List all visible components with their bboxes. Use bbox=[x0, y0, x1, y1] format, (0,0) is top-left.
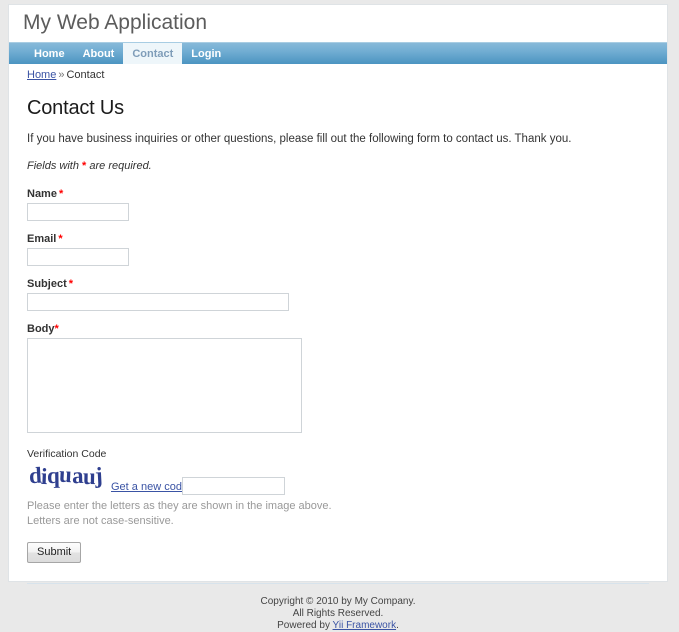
submit-button[interactable]: Submit bbox=[27, 542, 82, 563]
nav-item-login[interactable]: Login bbox=[182, 43, 230, 64]
body-required-mark: * bbox=[54, 323, 59, 335]
nav-item-home[interactable]: Home bbox=[25, 43, 74, 64]
label-name-text: Name bbox=[27, 188, 57, 200]
nav-link-home[interactable]: Home bbox=[25, 43, 74, 64]
nav-link-login[interactable]: Login bbox=[182, 43, 230, 64]
main-navigation: Home About Contact Login bbox=[9, 42, 667, 64]
footer-powered-suffix: . bbox=[396, 620, 399, 631]
footer-framework-link[interactable]: Yii Framework bbox=[333, 620, 397, 631]
footer-copyright: Copyright © 2010 by My Company. bbox=[260, 596, 416, 607]
contact-form: Name * Email * Subject * Body* Verification… bbox=[27, 188, 649, 563]
site-footer: Copyright © 2010 by My Company. All Righ… bbox=[27, 583, 649, 632]
refresh-captcha-link[interactable]: Get a new code bbox=[111, 481, 188, 493]
field-row-email: Email * bbox=[27, 233, 649, 266]
nav-list: Home About Contact Login bbox=[9, 43, 667, 64]
nav-link-contact[interactable]: Contact bbox=[123, 43, 183, 64]
nav-item-about[interactable]: About bbox=[74, 43, 124, 64]
page-title: Contact Us bbox=[27, 97, 124, 119]
required-fields-note: Fields with * are required. bbox=[27, 160, 649, 172]
breadcrumb-link-home[interactable]: Home bbox=[27, 69, 56, 81]
captcha-row: diquauj Get a new code bbox=[27, 462, 649, 498]
page-container: My Web Application Home About Contact Lo… bbox=[8, 4, 668, 631]
body-textarea[interactable] bbox=[27, 338, 302, 433]
name-required-mark: * bbox=[58, 188, 64, 200]
label-email-text: Email bbox=[27, 233, 57, 245]
footer-rights: All Rights Reserved. bbox=[292, 608, 384, 619]
breadcrumb-separator: » bbox=[58, 69, 65, 81]
name-input[interactable] bbox=[27, 203, 129, 221]
field-row-verification: Verification Code diquauj Get a new code… bbox=[27, 448, 649, 528]
captcha-image: diquauj bbox=[28, 461, 103, 490]
subject-input[interactable] bbox=[27, 293, 289, 311]
field-row-body: Body* bbox=[27, 323, 649, 436]
label-verification-code: Verification Code bbox=[27, 448, 107, 460]
captcha-input-wrapper bbox=[182, 477, 285, 495]
email-input[interactable] bbox=[27, 248, 129, 266]
captcha-hint-line-1: Please enter the letters as they are sho… bbox=[27, 500, 332, 512]
captcha-hint-line-2: Letters are not case-sensitive. bbox=[27, 515, 174, 527]
label-email: Email * bbox=[27, 233, 649, 245]
label-body: Body* bbox=[27, 323, 649, 335]
footer-powered-by: Powered by Yii Framework. bbox=[27, 620, 649, 632]
email-required-mark: * bbox=[58, 233, 63, 245]
label-subject: Subject * bbox=[27, 278, 649, 290]
intro-text: If you have business inquiries or other … bbox=[27, 133, 572, 145]
breadcrumb-current: Contact bbox=[66, 69, 105, 81]
nav-item-contact[interactable]: Contact bbox=[123, 43, 183, 64]
field-row-subject: Subject * bbox=[27, 278, 649, 311]
main-content: Contact Us If you have business inquirie… bbox=[9, 81, 667, 563]
note-prefix: Fields with bbox=[27, 160, 83, 172]
field-row-name: Name * bbox=[27, 188, 649, 221]
site-logo: My Web Application bbox=[23, 11, 208, 34]
footer-powered-prefix: Powered by bbox=[277, 620, 333, 631]
subject-required-mark: * bbox=[68, 278, 74, 290]
label-subject-text: Subject bbox=[27, 278, 67, 290]
nav-link-about[interactable]: About bbox=[74, 43, 124, 64]
breadcrumb: Home» Contact bbox=[9, 64, 667, 81]
form-buttons: Submit bbox=[27, 542, 649, 563]
site-header: My Web Application bbox=[9, 5, 667, 42]
note-suffix: are required. bbox=[86, 160, 152, 172]
label-body-text: Body bbox=[27, 323, 55, 335]
label-name: Name * bbox=[27, 188, 649, 200]
verification-code-input[interactable] bbox=[182, 477, 285, 495]
